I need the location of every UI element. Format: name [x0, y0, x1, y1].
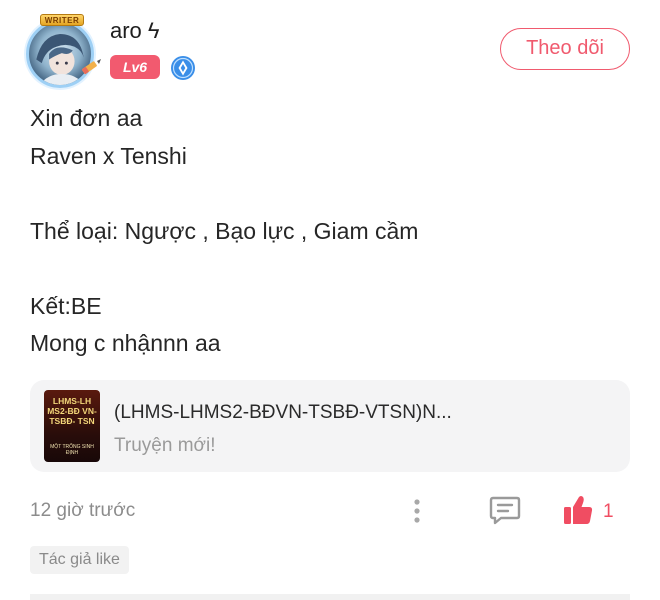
level-badge: Lv6: [110, 55, 160, 79]
story-card[interactable]: LHMS-LH MS2-BĐ VN-TSBĐ- TSN MỘT TRỐNG SI…: [30, 380, 630, 472]
avatar[interactable]: WRITER: [24, 14, 101, 88]
like-count: 1: [603, 501, 614, 522]
post-line: Kết:BE: [30, 292, 102, 319]
post-line: Mong c nhậnnn aa: [30, 330, 221, 356]
story-cover-subtext: MỘT TRỐNG SINH ĐỊNH: [50, 444, 94, 456]
post-header: WRITER aro ϟ Lv6 Theo dõi: [24, 14, 636, 88]
post-line: Raven x Tenshi: [30, 142, 187, 169]
username[interactable]: aro ϟ: [110, 18, 160, 44]
post-line: [30, 175, 630, 213]
divider: [30, 594, 630, 600]
story-cover-text: LHMS-LH MS2-BĐ VN-TSBĐ- TSN: [47, 396, 97, 426]
post-body: Xin đơn aa Raven x Tenshi Thể loại: Ngượ…: [30, 100, 630, 363]
comment-icon[interactable]: [488, 494, 522, 526]
writer-badge: WRITER: [40, 14, 84, 26]
post-line: Thể loại: Ngược , Bạo lực , Giam cầm: [30, 217, 419, 244]
post-timestamp: 12 giờ trước: [30, 500, 136, 521]
author-like-tag: Tác giả like: [30, 546, 129, 574]
thumbs-up-icon[interactable]: [562, 494, 594, 526]
post-line: [30, 250, 630, 288]
pen-icon: [81, 59, 101, 75]
story-title: (LHMS-LHMS2-BĐVN-TSBĐ-VTSN)N...: [114, 402, 452, 423]
story-cover-image: LHMS-LH MS2-BĐ VN-TSBĐ- TSN MỘT TRỐNG SI…: [44, 390, 100, 462]
story-subtitle: Truyện mới!: [114, 435, 216, 456]
post-line: Xin đơn aa: [30, 105, 143, 131]
verified-icon: [171, 56, 195, 80]
follow-button[interactable]: Theo dõi: [500, 28, 630, 70]
more-vertical-icon[interactable]: [406, 496, 428, 526]
